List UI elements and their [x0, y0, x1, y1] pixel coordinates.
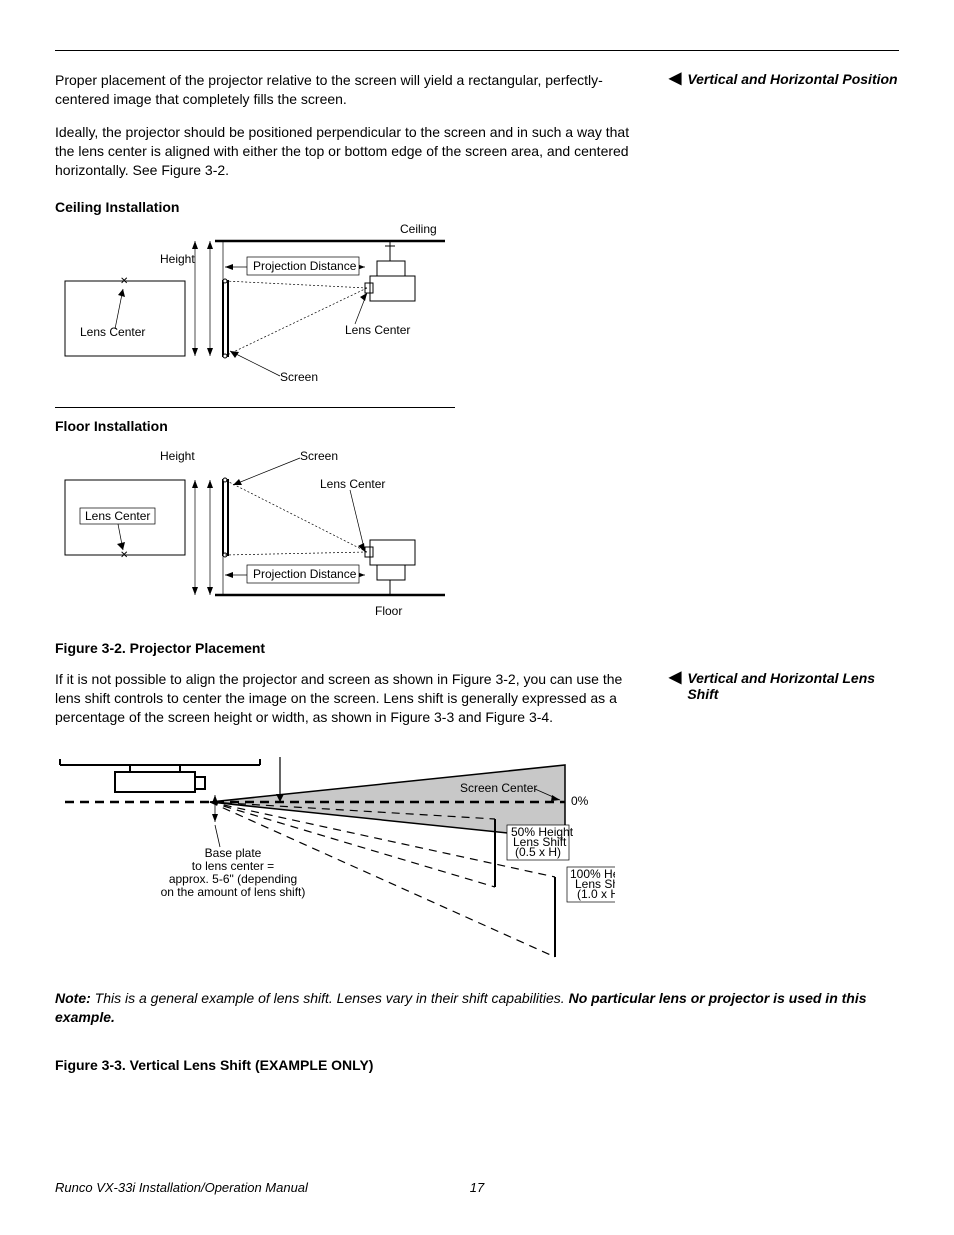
ceiling-installation-diagram: Ceiling Height ✕ Lens Center Lens Center: [55, 221, 475, 401]
hundred-label-3: (1.0 x H): [577, 887, 615, 901]
paragraph-3: If it is not possible to align the proje…: [55, 670, 639, 727]
figure-3-2-caption: Figure 3-2. Projector Placement: [55, 640, 899, 656]
ceiling-label: Ceiling: [400, 222, 437, 236]
floor-installation-heading: Floor Installation: [55, 418, 899, 434]
baseplate-line2: to lens center =: [192, 859, 274, 873]
footer-page-number: 17: [470, 1180, 484, 1195]
vertical-lens-shift-diagram: 0% Screen Center 50% Height Lens Shift (…: [55, 747, 615, 977]
footer-manual-title: Runco VX-33i Installation/Operation Manu…: [55, 1180, 308, 1195]
note-paragraph: Note: This is a general example of lens …: [55, 989, 899, 1027]
baseplate-line3: approx. 5-6" (depending: [169, 872, 297, 886]
lens-center-left-1: Lens Center: [80, 325, 145, 339]
svg-text:✕: ✕: [120, 550, 128, 561]
note-label: Note:: [55, 990, 91, 1006]
proj-dist-2: Projection Distance: [253, 567, 357, 581]
floor-label: Floor: [375, 604, 402, 618]
lens-center-right-2: Lens Center: [320, 477, 385, 491]
proj-dist-1: Projection Distance: [253, 259, 357, 273]
baseplate-line4: on the amount of lens shift): [161, 885, 306, 899]
side-heading-lens-shift-text: Vertical and Horizontal Lens Shift: [687, 670, 899, 702]
side-heading-lens-shift: ◀ Vertical and Horizontal Lens Shift: [669, 670, 899, 702]
paragraph-1: Proper placement of the projector relati…: [55, 71, 639, 109]
lens-center-left-2: Lens Center: [85, 509, 150, 523]
arrow-left-icon: ◀: [669, 71, 681, 87]
note-body: This is a general example of lens shift.…: [91, 990, 569, 1006]
side-heading-position-text: Vertical and Horizontal Position: [687, 71, 897, 87]
arrow-left-icon: ◀: [669, 670, 681, 686]
svg-text:✕: ✕: [120, 276, 128, 287]
screen-label-1: Screen: [280, 370, 318, 384]
zero-percent-label: 0%: [571, 794, 589, 808]
figure-3-3-caption: Figure 3-3. Vertical Lens Shift (EXAMPLE…: [55, 1057, 899, 1073]
side-heading-position: ◀ Vertical and Horizontal Position: [669, 71, 899, 87]
screen-label-2: Screen: [300, 449, 338, 463]
floor-installation-diagram: Height Screen Lens Center Floor: [55, 440, 475, 630]
height-label-2: Height: [160, 449, 195, 463]
height-label-1: Height: [160, 252, 195, 266]
ceiling-installation-heading: Ceiling Installation: [55, 199, 899, 215]
baseplate-line1: Base plate: [205, 846, 262, 860]
lens-center-right-1: Lens Center: [345, 323, 410, 337]
paragraph-2: Ideally, the projector should be positio…: [55, 123, 639, 180]
fifty-label-3: (0.5 x H): [515, 845, 561, 859]
screen-center-label: Screen Center: [460, 781, 537, 795]
